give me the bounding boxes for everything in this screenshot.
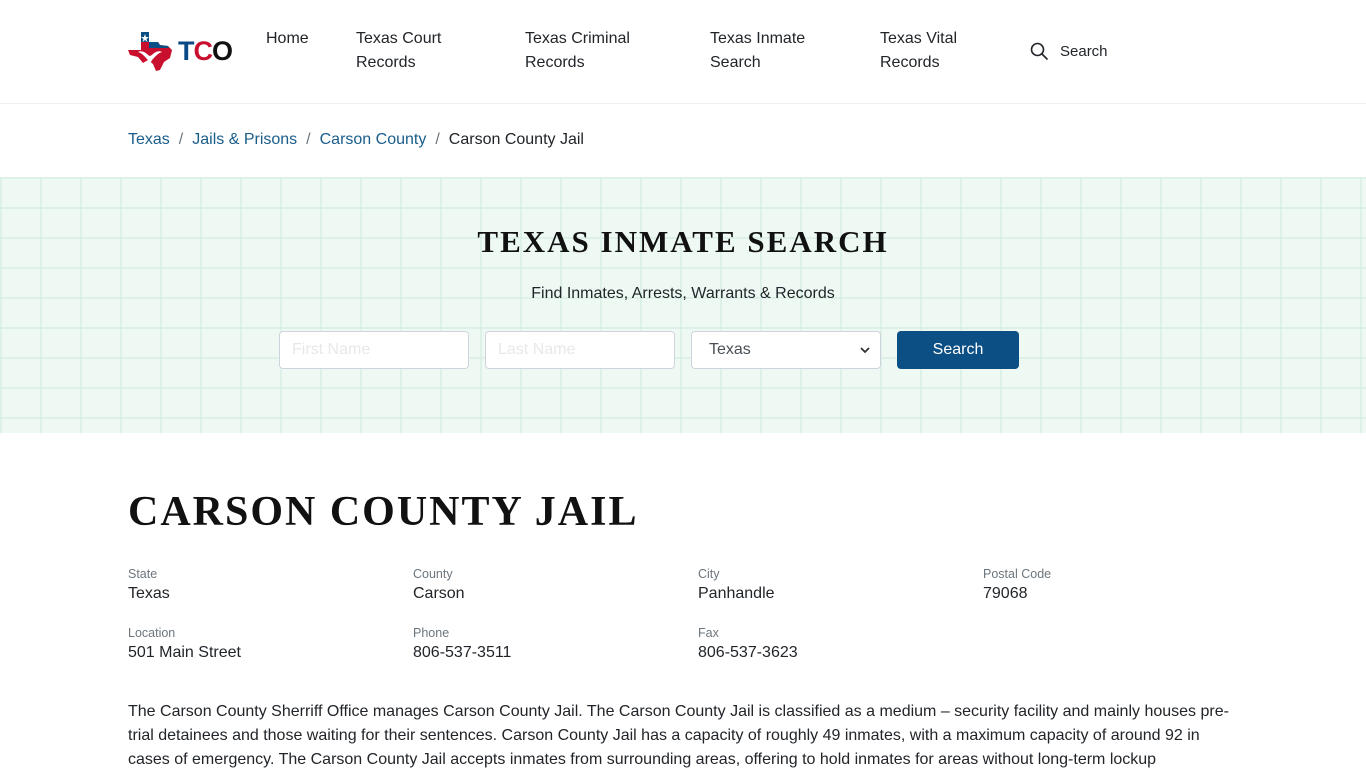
- header-search-label: Search: [1060, 42, 1108, 60]
- breadcrumb: Texas / Jails & Prisons / Carson County …: [128, 131, 584, 149]
- state-select-value: Texas: [709, 341, 751, 358]
- state-select[interactable]: Texas: [691, 331, 881, 369]
- info-label: Location: [128, 626, 176, 640]
- logo-letter-c: C: [193, 35, 213, 66]
- info-value: 806-537-3623: [698, 644, 798, 661]
- info-location: Location 501 Main Street: [128, 626, 241, 662]
- info-postal-code: Postal Code 79068: [983, 567, 1051, 603]
- breadcrumb-texas[interactable]: Texas: [128, 131, 170, 149]
- site-header: TCO Home Texas Court Records Texas Crimi…: [0, 0, 1366, 104]
- breadcrumb-separator: /: [435, 131, 440, 148]
- info-value: Panhandle: [698, 585, 775, 602]
- info-label: Phone: [413, 626, 450, 640]
- nav-texas-vital-records[interactable]: Texas Vital Records: [880, 27, 975, 75]
- facility-description: The Carson County Sherriff Office manage…: [128, 703, 1229, 768]
- breadcrumb-separator: /: [178, 131, 184, 148]
- first-name-input[interactable]: [279, 331, 469, 369]
- nav-texas-inmate-search[interactable]: Texas Inmate Search: [710, 27, 820, 75]
- header-search-link[interactable]: Search: [1030, 42, 1108, 60]
- info-phone: Phone 806-537-3511: [413, 626, 511, 662]
- info-value: 806-537-3511: [413, 644, 512, 661]
- info-label: State: [128, 567, 158, 581]
- info-value: Carson: [413, 585, 465, 602]
- logo-letter-t: T: [178, 35, 194, 66]
- logo-letter-o: O: [212, 35, 233, 66]
- nav-texas-criminal-records[interactable]: Texas Criminal Records: [525, 27, 645, 75]
- hero-subtitle: Find Inmates, Arrests, Warrants & Record…: [531, 285, 835, 302]
- info-value: 501 Main Street: [128, 644, 241, 661]
- logo-text: TCO: [178, 35, 233, 67]
- breadcrumb-carson-county[interactable]: Carson County: [320, 131, 427, 149]
- breadcrumb-jails-prisons[interactable]: Jails & Prisons: [192, 131, 297, 149]
- inmate-search-hero: TEXAS INMATE SEARCH Find Inmates, Arrest…: [0, 177, 1366, 433]
- breadcrumb-current: Carson County Jail: [448, 131, 584, 148]
- info-value: 79068: [983, 585, 1028, 602]
- site-logo[interactable]: TCO: [128, 30, 233, 72]
- texas-flag-map-icon: [128, 32, 172, 71]
- breadcrumb-separator: /: [306, 131, 311, 148]
- info-label: County: [413, 567, 453, 581]
- info-fax: Fax 806-537-3623: [698, 626, 798, 662]
- info-city: City Panhandle: [698, 567, 775, 603]
- page-title: CARSON COUNTY JAIL: [128, 489, 639, 535]
- info-label: Postal Code: [983, 567, 1052, 581]
- info-county: County Carson: [413, 567, 465, 603]
- last-name-input[interactable]: [485, 331, 675, 369]
- hero-title: TEXAS INMATE SEARCH: [477, 224, 889, 259]
- chevron-down-icon: [860, 346, 870, 353]
- info-state: State Texas: [128, 567, 170, 603]
- info-value: Texas: [128, 585, 170, 602]
- nav-home[interactable]: Home: [266, 27, 309, 51]
- search-icon: [1030, 42, 1048, 60]
- info-label: Fax: [698, 626, 719, 640]
- search-button[interactable]: Search: [897, 331, 1019, 369]
- nav-texas-court-records[interactable]: Texas Court Records: [356, 27, 466, 75]
- info-label: City: [698, 567, 720, 581]
